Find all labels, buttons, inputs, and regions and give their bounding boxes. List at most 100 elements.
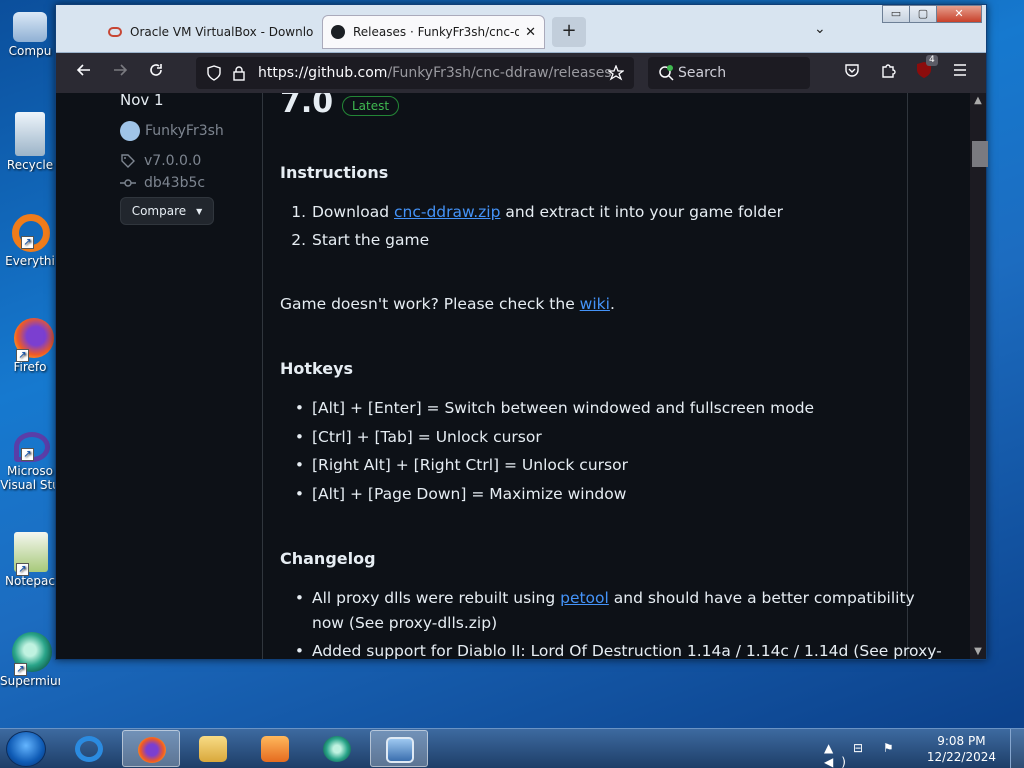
petool-link[interactable]: petool <box>560 589 609 607</box>
taskbar-supermium[interactable] <box>308 730 366 767</box>
extension-badge: 4 <box>926 55 938 66</box>
scrollbar-thumb[interactable] <box>972 141 988 167</box>
instruction-item: 1. Download cnc-ddraw.zip and extract it … <box>291 203 783 221</box>
changelog-item-continued: now (See proxy-dlls.zip) <box>312 614 498 632</box>
github-icon <box>331 25 345 39</box>
hotkey-item: • [Alt] + [Page Down] = Maximize window <box>294 485 627 503</box>
minimize-button[interactable]: ▭ <box>882 5 910 23</box>
url-text: https://github.com/FunkyFr3sh/cnc-ddraw/… <box>258 65 612 81</box>
help-text: Game doesn't work? Please check the wiki… <box>280 295 615 313</box>
release-tag[interactable]: v7.0.0.0 <box>120 153 201 169</box>
new-tab-button[interactable]: + <box>552 17 586 47</box>
tab-bar: Oracle VM VirtualBox - Downlo Releases ·… <box>56 5 986 53</box>
page-scrollbar[interactable]: ▲ ▼ <box>970 93 988 659</box>
app-menu-button[interactable] <box>948 61 972 85</box>
back-arrow-icon <box>76 64 90 76</box>
search-icon <box>659 65 674 81</box>
scroll-up-icon[interactable]: ▲ <box>970 95 986 106</box>
start-button[interactable] <box>6 731 46 767</box>
notepad-icon: ↗ <box>14 532 48 576</box>
desktop-icon-everything[interactable]: ↗ Everythi <box>0 214 60 268</box>
cnc-ddraw-zip-link[interactable]: cnc-ddraw.zip <box>394 203 500 221</box>
everything-icon: ↗ <box>12 214 50 252</box>
release-body: 7.0 Latest Instructions 1. Download cnc-d… <box>262 93 942 659</box>
computer-icon <box>13 12 47 42</box>
hotkey-item: • [Ctrl] + [Tab] = Unlock cursor <box>294 428 542 446</box>
tray-icons[interactable]: ▲ ⊟ ⚑ ◀) <box>824 741 924 768</box>
taskbar: ▲ ⊟ ⚑ ◀) 9:08 PM 12/22/2024 <box>0 728 1024 768</box>
tab-title: Oracle VM VirtualBox - Downlo <box>130 25 314 39</box>
reload-icon <box>150 64 162 76</box>
desktop-icon-computer[interactable]: Compu <box>0 10 60 58</box>
desktop-icon-label: Recycle <box>6 158 54 172</box>
desktop-icon-label: Everythi <box>5 254 55 268</box>
taskbar-virtualbox[interactable] <box>370 730 428 767</box>
taskbar-media-player[interactable] <box>246 730 304 767</box>
browser-window: Oracle VM VirtualBox - Downlo Releases ·… <box>55 4 988 660</box>
forward-button[interactable] <box>108 61 132 85</box>
close-window-button[interactable]: ✕ <box>936 5 982 23</box>
wiki-link[interactable]: wiki <box>580 295 610 313</box>
extensions-button[interactable] <box>876 61 900 85</box>
shortcut-arrow-icon: ↗ <box>14 663 27 676</box>
clock-date: 12/22/2024 <box>926 750 996 764</box>
clock[interactable]: 9:08 PM 12/22/2024 <box>927 733 996 765</box>
visual-studio-icon: ↗ <box>14 432 50 462</box>
shortcut-arrow-icon: ↗ <box>21 448 34 461</box>
close-tab-icon[interactable]: ✕ <box>525 25 536 40</box>
system-tray: ▲ ⊟ ⚑ ◀) 9:08 PM 12/22/2024 <box>824 729 1024 768</box>
maximize-button[interactable]: ▢ <box>909 5 937 23</box>
tag-icon <box>121 154 135 168</box>
forward-arrow-icon <box>114 64 128 76</box>
taskbar-firefox[interactable] <box>122 730 180 767</box>
desktop-icon-visual-studio[interactable]: ↗ Microso Visual Stu <box>0 432 60 492</box>
back-button[interactable] <box>72 61 96 85</box>
desktop-icon-label: Supermium <box>0 674 60 688</box>
address-bar[interactable]: https://github.com/FunkyFr3sh/cnc-ddraw/… <box>196 57 634 89</box>
release-date: Nov 1 <box>120 93 164 109</box>
bookmark-star-icon[interactable] <box>608 65 624 81</box>
list-all-tabs-button[interactable]: ⌄ <box>814 21 826 37</box>
hotkey-item: • [Right Alt] + [Right Ctrl] = Unlock cur… <box>294 456 628 474</box>
desktop-icon-recycle-bin[interactable]: Recycle <box>0 112 60 172</box>
latest-badge: Latest <box>342 96 400 116</box>
page-content: Nov 1 FunkyFr3sh v7.0.0.0 db43b5c Compar… <box>56 93 970 659</box>
instruction-item: 2. Start the game <box>291 231 430 249</box>
clock-time: 9:08 PM <box>937 734 986 748</box>
desktop-icon-notepad[interactable]: ↗ Notepac <box>0 532 60 588</box>
search-placeholder: Search <box>678 65 727 81</box>
hamburger-menu-icon <box>954 64 966 76</box>
desktop-icon-label: Microso Visual Stu <box>0 464 60 492</box>
tab-virtualbox[interactable]: Oracle VM VirtualBox - Downlo <box>100 15 322 49</box>
internet-explorer-icon <box>75 736 103 762</box>
tracking-protection-shield-icon[interactable] <box>206 65 222 81</box>
shortcut-arrow-icon: ↗ <box>16 563 29 576</box>
media-player-icon <box>261 736 289 762</box>
virtualbox-icon <box>386 737 414 763</box>
pocket-icon <box>845 64 859 77</box>
search-bar[interactable]: Search <box>648 57 810 89</box>
desktop-icon-label: Compu <box>8 44 52 58</box>
compare-button[interactable]: Compare ▼ <box>120 197 214 225</box>
firefox-icon: ↗ <box>14 318 54 362</box>
tab-github-releases[interactable]: Releases · FunkyFr3sh/cnc-ddra ✕ <box>322 15 545 49</box>
changelog-item: • All proxy dlls were rebuilt using petoo… <box>294 589 915 607</box>
ublock-origin-button[interactable]: 4 <box>912 55 938 85</box>
release-author[interactable]: FunkyFr3sh <box>120 121 224 141</box>
taskbar-internet-explorer[interactable] <box>60 730 118 767</box>
desktop-icon-supermium[interactable]: ↗ Supermium <box>0 632 60 688</box>
release-title: 7.0 <box>280 93 334 120</box>
lock-icon[interactable] <box>232 65 246 81</box>
scroll-down-icon[interactable]: ▼ <box>970 646 986 657</box>
navigation-toolbar: https://github.com/FunkyFr3sh/cnc-ddraw/… <box>56 53 986 93</box>
hotkey-item: • [Alt] + [Enter] = Switch between window… <box>294 399 815 417</box>
recycle-bin-icon <box>15 112 45 156</box>
taskbar-file-explorer[interactable] <box>184 730 242 767</box>
pocket-button[interactable] <box>840 61 864 85</box>
tab-title: Releases · FunkyFr3sh/cnc-ddra <box>353 25 520 39</box>
release-commit[interactable]: db43b5c <box>120 175 205 191</box>
reload-button[interactable] <box>144 61 168 85</box>
show-desktop-button[interactable] <box>1010 729 1024 768</box>
desktop-icon-firefox[interactable]: ↗ Firefo <box>0 318 60 374</box>
changelog-item: • Added support for Diablo II: Lord Of De… <box>294 642 942 659</box>
